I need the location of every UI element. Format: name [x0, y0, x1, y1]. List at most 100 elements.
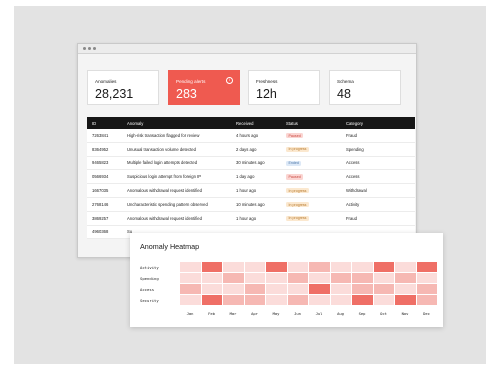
heatmap-cell[interactable] — [266, 262, 287, 272]
heatmap-cell[interactable] — [416, 284, 437, 294]
heatmap-cell[interactable] — [416, 273, 437, 283]
table-row[interactable]: 1667035 Anomalous withdrawal request iden… — [87, 183, 415, 198]
heatmap-row-label: Security — [140, 297, 159, 303]
heatmap-cell[interactable] — [309, 262, 330, 272]
heatmap-month-label: Mar — [229, 311, 237, 316]
heatmap-cell[interactable] — [373, 262, 394, 272]
heatmap-cell[interactable] — [180, 284, 201, 294]
cell-id: 2768146 — [87, 197, 122, 212]
window-dot-icon[interactable] — [88, 47, 91, 50]
heatmap-cell[interactable] — [330, 295, 351, 305]
heatmap-cell[interactable] — [223, 262, 244, 272]
card-freshness[interactable]: Freshness 12h — [248, 70, 320, 105]
heatmap-cell[interactable] — [201, 295, 222, 305]
anomaly-table: ID Anomaly Received Status Category 7263… — [87, 117, 415, 240]
cell-received: 30 minutes ago — [231, 156, 281, 171]
status-badge: In progress — [286, 201, 309, 208]
heatmap-cell[interactable] — [223, 284, 244, 294]
info-icon[interactable]: i — [226, 77, 233, 84]
heatmap-cell[interactable] — [180, 273, 201, 283]
heatmap-cell[interactable] — [373, 284, 394, 294]
heatmap-cell[interactable] — [309, 273, 330, 283]
cell-status: Paused — [281, 129, 341, 143]
heatmap-cell[interactable] — [352, 262, 373, 272]
heatmap-cell[interactable] — [395, 295, 416, 305]
heatmap-month-label: Jan — [186, 311, 194, 316]
heatmap-row-label: Activity — [140, 264, 159, 270]
column-header-id[interactable]: ID — [87, 117, 122, 129]
cell-status: In progress — [281, 197, 341, 212]
column-header-status[interactable]: Status — [281, 117, 341, 129]
cell-received: 1 hour ago — [231, 211, 281, 226]
heatmap-cell[interactable] — [201, 262, 222, 272]
heatmap-month-label: Nov — [401, 311, 409, 316]
cell-received: 4 hours ago — [231, 129, 281, 143]
heatmap-month-label: Dec — [423, 311, 430, 316]
heatmap-cell[interactable] — [244, 295, 265, 305]
window-dot-icon[interactable] — [93, 47, 96, 50]
heatmap-cell[interactable] — [244, 273, 265, 283]
heatmap-cell[interactable] — [330, 284, 351, 294]
heatmap-cell[interactable] — [395, 262, 416, 272]
heatmap-cell[interactable] — [287, 273, 308, 283]
heatmap-cell[interactable] — [180, 295, 201, 305]
cell-category: Withdrawal — [341, 183, 415, 198]
heatmap-cell[interactable] — [287, 295, 308, 305]
heatmap-cell[interactable] — [416, 262, 437, 272]
cell-received: 1 day ago — [231, 169, 281, 185]
table-row[interactable]: 3869257 Anomalous withdrawal request iden… — [87, 211, 415, 226]
table-row[interactable]: 8364952 Unusual transaction volume detect… — [87, 142, 415, 157]
heatmap-cell[interactable] — [244, 262, 265, 272]
heatmap-month-label: Jul — [315, 311, 323, 316]
table-row[interactable]: 2768146 Uncharacteristic spending pattern… — [87, 197, 415, 212]
heatmap-cell[interactable] — [223, 273, 244, 283]
column-header-received[interactable]: Received — [231, 117, 281, 129]
heatmap-cell[interactable] — [287, 284, 308, 294]
heatmap-cell[interactable] — [309, 295, 330, 305]
cell-category: Fraud — [341, 211, 415, 226]
cell-id: 0566934 — [87, 169, 122, 185]
heatmap-cell[interactable] — [352, 273, 373, 283]
cell-category: Access — [341, 156, 415, 171]
card-schema[interactable]: Schema 48 — [329, 70, 401, 105]
card-value: 283 — [176, 87, 197, 101]
card-label: Anomalies — [95, 79, 117, 84]
table-row[interactable]: 0566934 Suspicious login attempt from for… — [87, 169, 415, 185]
heatmap-month-label: Feb — [208, 311, 215, 316]
heatmap-cell[interactable] — [266, 284, 287, 294]
heatmap-cell[interactable] — [373, 295, 394, 305]
table-row[interactable]: 7263841 High-risk transaction flagged for… — [87, 129, 415, 143]
cell-received: 1 hour ago — [231, 183, 281, 198]
heatmap-cell[interactable] — [330, 273, 351, 283]
window-dot-icon[interactable] — [83, 47, 86, 50]
heatmap-cell[interactable] — [287, 262, 308, 272]
cell-category: Access — [341, 169, 415, 185]
cell-status: In progress — [281, 142, 341, 157]
cell-id: 8364952 — [87, 142, 122, 157]
heatmap-cell[interactable] — [180, 262, 201, 272]
heatmap-cell[interactable] — [416, 295, 437, 305]
card-label: Freshness — [256, 79, 278, 84]
heatmap-cell[interactable] — [309, 284, 330, 294]
heatmap-month-label: Jun — [294, 311, 301, 316]
heatmap-cell[interactable] — [352, 295, 373, 305]
card-anomalies[interactable]: Anomalies 28,231 — [87, 70, 159, 105]
heatmap-cell[interactable] — [330, 262, 351, 272]
column-header-category[interactable]: Category — [341, 117, 415, 129]
table-row[interactable]: 9465823 Multiple failed login attempts de… — [87, 156, 415, 171]
heatmap-cell[interactable] — [395, 284, 416, 294]
window-titlebar — [78, 44, 416, 54]
card-pending-alerts[interactable]: Pending alerts i 283 — [168, 70, 240, 105]
heatmap-cell[interactable] — [201, 284, 222, 294]
cell-id: 7263841 — [87, 129, 122, 143]
heatmap-cell[interactable] — [395, 273, 416, 283]
heatmap-cell[interactable] — [266, 295, 287, 305]
heatmap-cell[interactable] — [223, 295, 244, 305]
heatmap-cell[interactable] — [201, 273, 222, 283]
heatmap-cell[interactable] — [266, 273, 287, 283]
heatmap-cell[interactable] — [244, 284, 265, 294]
heatmap-cell[interactable] — [373, 273, 394, 283]
heatmap-cell[interactable] — [352, 284, 373, 294]
column-header-anomaly[interactable]: Anomaly — [122, 117, 231, 129]
card-value: 48 — [337, 87, 351, 101]
